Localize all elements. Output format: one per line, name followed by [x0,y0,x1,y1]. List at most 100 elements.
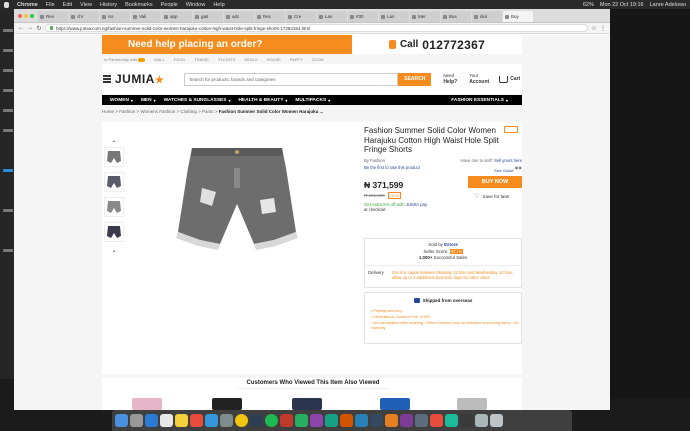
photos-icon[interactable] [190,414,203,427]
account-menu[interactable]: Your Account [469,73,489,85]
browser-tab[interactable]: Rev [38,11,68,22]
notes-icon[interactable] [175,414,188,427]
browser-tab[interactable]: chr [69,11,99,22]
app-icon[interactable] [355,414,368,427]
seller-name[interactable]: Estore [444,242,458,247]
partner-link[interactable]: MALL [154,57,164,62]
app-icon[interactable] [310,414,323,427]
app-icon[interactable] [460,414,473,427]
buy-now-button[interactable]: BUY NOW [468,176,522,188]
launchpad-icon[interactable] [130,414,143,427]
finder-icon[interactable] [115,414,128,427]
size-guide-link[interactable]: Size Guide [494,168,514,173]
partner-link[interactable]: FLIGHTS [219,57,236,62]
reload-icon[interactable]: ↻ [36,25,42,32]
spotify-icon[interactable] [265,414,278,427]
app-icon[interactable] [400,414,413,427]
need-help-menu[interactable]: Need Help? [443,73,457,85]
help-banner[interactable]: Need help placing an order? Call 0127723… [102,35,522,54]
browser-tab[interactable]: adc [224,11,254,22]
app-icon[interactable] [385,414,398,427]
menu-window[interactable]: Window [186,2,206,8]
also-viewed-product[interactable] [132,398,162,410]
app-icon[interactable] [445,414,458,427]
calendar-icon[interactable] [160,414,173,427]
browser-tab[interactable]: Lan [317,11,347,22]
also-viewed-product[interactable] [292,398,322,410]
breadcrumb-link[interactable]: Home [102,109,114,114]
menubar-user[interactable]: Lanre Adelowo [650,2,686,8]
browser-tab-active[interactable]: Buy [503,11,533,22]
cart-button[interactable]: Cart [499,75,520,83]
app-icon[interactable] [280,414,293,427]
search-button[interactable]: SEARCH [398,72,432,86]
category-men[interactable]: MEN ▾ [141,98,156,103]
chrome-icon[interactable] [235,414,248,427]
menu-file[interactable]: File [46,2,55,8]
app-store-icon[interactable] [205,414,218,427]
chevron-down-icon[interactable]: ⌄ [104,247,124,254]
browser-tab[interactable]: Mer [410,11,440,22]
partner-link[interactable]: FOOD [174,57,186,62]
battery-status[interactable]: 62% [583,2,594,8]
menu-people[interactable]: People [161,2,178,8]
app-icon[interactable] [340,414,353,427]
category-fashion-essentials[interactable]: FASHION ESSENTIALS ▾ [451,98,508,103]
search-input[interactable]: Search for products, brands and categori… [184,72,399,86]
browser-tab[interactable]: #30 [348,11,378,22]
category-watches[interactable]: WATCHES & SUNGLASSES ▾ [164,98,231,103]
product-thumbnail[interactable] [104,147,124,167]
menu-edit[interactable]: Edit [63,2,72,8]
menu-bookmarks[interactable]: Bookmarks [125,2,153,8]
menu-history[interactable]: History [100,2,117,8]
also-viewed-product[interactable] [212,398,242,410]
terminal-icon[interactable] [250,414,263,427]
save-for-later-button[interactable]: ♡ Save for later [474,193,510,200]
browser-tab[interactable]: Vali [131,11,161,22]
partner-link[interactable]: HOUSE [267,57,281,62]
product-thumbnail[interactable] [104,197,124,217]
product-thumbnail[interactable] [104,222,124,242]
social-share-icon[interactable]: ◉◉ [515,165,522,170]
apple-icon[interactable] [4,1,9,8]
browser-tab[interactable]: diol [472,11,502,22]
menubar-app-name[interactable]: Chrome [17,2,38,8]
sell-here-link[interactable]: Sell yours here [494,158,522,163]
star-icon[interactable]: ☆ [591,25,597,32]
breadcrumb-link[interactable]: Womens Fashion [140,109,175,114]
menu-help[interactable]: Help [213,2,224,8]
address-bar[interactable]: https://www.jumia.com.ng/fashion-summer-… [45,24,588,32]
breadcrumb-link[interactable]: Clothing [180,109,197,114]
back-icon[interactable]: ← [18,25,24,31]
jumia-logo[interactable]: JUMIA★ [115,72,164,86]
menu-view[interactable]: View [80,2,92,8]
category-women[interactable]: WOMEN ▾ [110,98,133,103]
partner-link[interactable]: DEALS [244,57,257,62]
browser-tab[interactable]: Cre [286,11,316,22]
window-controls[interactable] [18,14,34,18]
category-health-beauty[interactable]: HEALTH & BEAUTY ▾ [238,98,287,103]
partner-link[interactable]: TRAVEL [194,57,209,62]
browser-tab[interactable]: app [162,11,192,22]
app-icon[interactable] [415,414,428,427]
breadcrumb-link[interactable]: Fashion [119,109,135,114]
category-multipacks[interactable]: MULTIPACKS ▾ [295,98,330,103]
partner-link[interactable]: ZOOM [312,57,324,62]
rate-link[interactable]: Be the first to rate this product [364,165,420,170]
hamburger-menu-icon[interactable] [103,75,111,83]
partner-link[interactable]: PARTY [290,57,303,62]
product-brand[interactable]: By Fashion [364,158,385,163]
menubar-clock[interactable]: Mon 22 Oct 19:16 [600,2,644,8]
downloads-icon[interactable] [475,414,488,427]
browser-tab[interactable]: Bus [441,11,471,22]
browser-tab[interactable]: Lan [379,11,409,22]
breadcrumb-link[interactable]: Pants [202,109,214,114]
share-icon[interactable] [504,126,518,133]
app-icon[interactable] [370,414,383,427]
product-main-image[interactable] [162,128,312,258]
browser-tab[interactable]: iss [100,11,130,22]
also-viewed-product[interactable] [380,398,410,410]
app-icon[interactable] [325,414,338,427]
chevron-up-icon[interactable]: ⌃ [104,140,124,147]
app-icon[interactable] [295,414,308,427]
